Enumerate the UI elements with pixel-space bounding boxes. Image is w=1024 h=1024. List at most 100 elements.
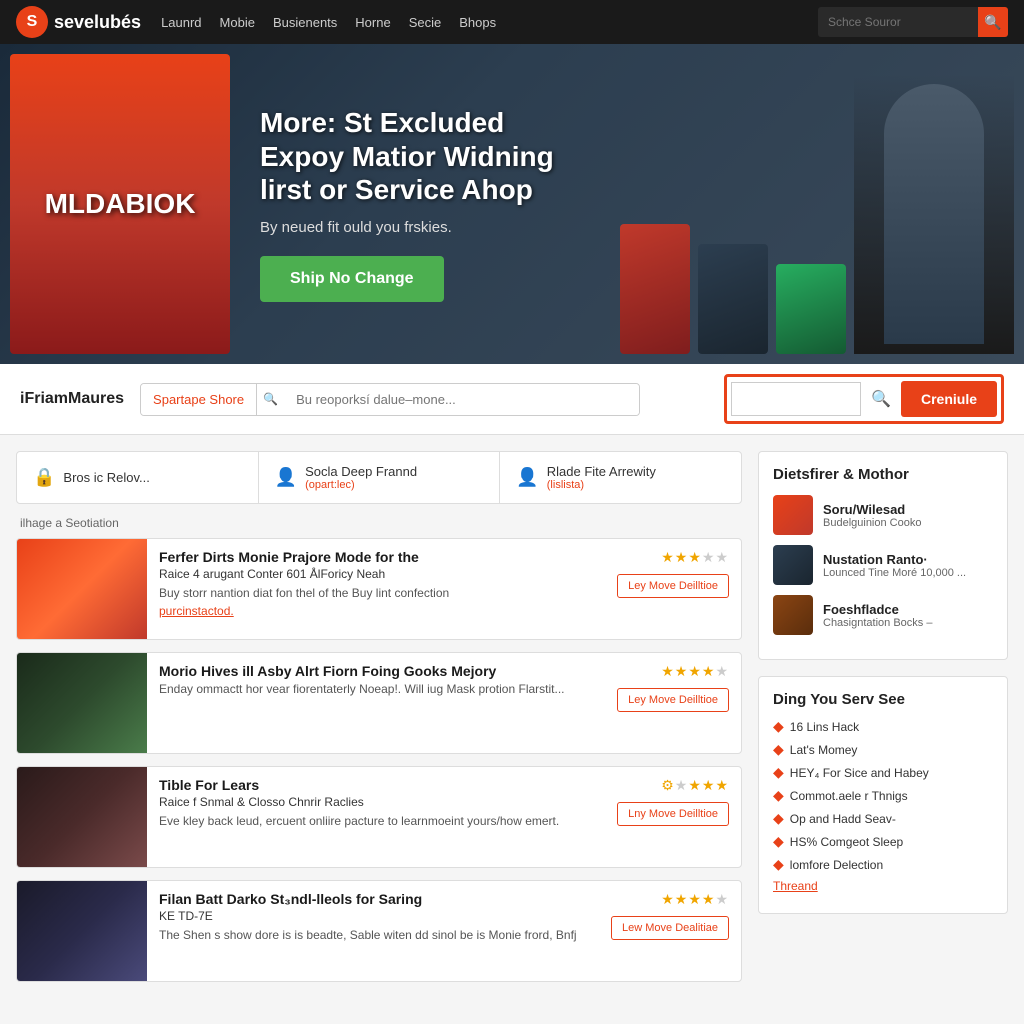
movie-actions-2: ⚙★★★★ Lny Move Deilltioe — [601, 767, 741, 836]
movie-actions-1: ★★★★★ Ley Move Deilltioe — [601, 653, 741, 722]
search-box-highlighted: 🔍 Creniule — [724, 374, 1004, 424]
section-label: iFriamMaures — [20, 390, 124, 408]
secondary-search-input[interactable] — [284, 384, 639, 415]
sidebar-link-3[interactable]: ◆ Commot.aele r Thnigs — [773, 787, 993, 804]
sidebar-link-text-3: Commot.aele r Thnigs — [790, 789, 908, 803]
movie-link-0[interactable]: purcinstactod. — [159, 604, 234, 618]
main-content: 🔒 Bros ic Relov... 👤 Socla Deep Frannd (… — [0, 435, 1024, 1010]
movie-info-2: Tible For Lears Raice f Snmal & Closso C… — [147, 767, 601, 840]
sidebar-link-bullet-1: ◆ — [773, 741, 784, 758]
action-btn-1[interactable]: Ley Move Deilltioe — [617, 688, 729, 712]
filter-tab-0[interactable]: 🔒 Bros ic Relov... — [17, 452, 259, 503]
sidebar-link-text-6: lomfore Delection — [790, 858, 883, 872]
sidebar-link-1[interactable]: ◆ Lat's Momey — [773, 741, 993, 758]
nav-link-bhops[interactable]: Bhops — [459, 15, 496, 30]
hero-poster-small-1 — [620, 224, 690, 354]
hero-content: More: St Excluded Expoy Matior Widning l… — [230, 86, 620, 322]
movie-desc-3: The Shen s show dore is is beadte, Sable… — [159, 927, 587, 944]
nav-link-launrd[interactable]: Launrd — [161, 15, 201, 30]
sidebar-item-name-1: Nustation Ranto· — [823, 552, 966, 567]
nav-search-button[interactable]: 🔍 — [978, 7, 1008, 37]
movie-meta-0: Raice 4 arugant Conter 601 ÅlForicy Neah — [159, 567, 589, 581]
action-btn-0[interactable]: Ley Move Deilltioe — [617, 574, 729, 598]
nav-logo[interactable]: S sevelubés — [16, 6, 141, 38]
sidebar-item-name-2: Foeshfladce — [823, 602, 932, 617]
sidebar-link-text-4: Op and Hadd Seav- — [790, 812, 896, 826]
sidebar-link-6[interactable]: ◆ lomfore Delection — [773, 856, 993, 873]
nav-link-busienents[interactable]: Busienents — [273, 15, 337, 30]
sidebar-item-0[interactable]: Soru/Wilesad Budelguinion Cooko — [773, 495, 993, 535]
movie-item-3: Filan Batt Darko St₃ndl-lleols for Sarin… — [16, 880, 742, 982]
sidebar-link-bullet-0: ◆ — [773, 718, 784, 735]
sidebar-avatar-1 — [773, 545, 813, 585]
secondary-nav: iFriamMaures Spartape Shore 🔍 🔍 Creniule — [0, 364, 1024, 435]
action-btn-2[interactable]: Lny Move Deilltioe — [617, 802, 729, 826]
sidebar-section-2-title: Ding You Serv See — [773, 691, 993, 708]
sidebar-link-text-7[interactable]: Threand — [773, 879, 818, 893]
movie-desc-0: Buy storr nantion diat fon thel of the B… — [159, 585, 589, 602]
filter-tabs: 🔒 Bros ic Relov... 👤 Socla Deep Frannd (… — [16, 451, 742, 504]
movie-title-0: Ferfer Dirts Monie Prajore Mode for the — [159, 549, 589, 565]
sidebar-link-text-1: Lat's Momey — [790, 743, 858, 757]
filter-tab-icon-0: 🔒 — [33, 467, 55, 488]
sidebar-item-1[interactable]: Nustation Ranto· Lounced Tine Moré 10,00… — [773, 545, 993, 585]
nav-link-secie[interactable]: Secie — [409, 15, 442, 30]
filter-tab-1[interactable]: 👤 Socla Deep Frannd (opart:lec) — [259, 452, 501, 503]
sidebar-link-text-0: 16 Lins Hack — [790, 720, 859, 734]
logo-icon: S — [16, 6, 48, 38]
sidebar-link-bullet-6: ◆ — [773, 856, 784, 873]
sidebar-item-text-0: Soru/Wilesad Budelguinion Cooko — [823, 502, 921, 529]
secondary-search-bar: Spartape Shore 🔍 — [140, 383, 640, 416]
sidebar-link-bullet-4: ◆ — [773, 810, 784, 827]
movie-title-2: Tible For Lears — [159, 777, 589, 793]
sidebar-link-5[interactable]: ◆ HS% Comgeot Sleep — [773, 833, 993, 850]
filter-tab-icon-2: 👤 — [516, 467, 538, 488]
sidebar-section-1-title: Dietsfirer & Mothor — [773, 466, 993, 483]
highlighted-search-input[interactable] — [731, 382, 861, 416]
action-btn-3[interactable]: Lew Move Dealitiae — [611, 916, 729, 940]
nav-link-mobie[interactable]: Mobie — [220, 15, 255, 30]
filter-caption: ilhage a Seotiation — [16, 516, 742, 530]
movie-info-3: Filan Batt Darko St₃ndl-lleols for Sarin… — [147, 881, 599, 954]
movie-actions-0: ★★★★★ Ley Move Deilltioe — [601, 539, 741, 608]
sidebar-link-bullet-5: ◆ — [773, 833, 784, 850]
movie-info-1: Morio Hives ill Asby Alrt Fiorn Foing Go… — [147, 653, 601, 708]
filter-tab-2[interactable]: 👤 Rlade Fite Arrewity (lislista) — [500, 452, 741, 503]
sidebar-link-0[interactable]: ◆ 16 Lins Hack — [773, 718, 993, 735]
hero-poster-small-3 — [776, 264, 846, 354]
sidebar-item-2[interactable]: Foeshfladce Chasigntation Bocks – — [773, 595, 993, 635]
highlighted-search-icon-btn[interactable]: 🔍 — [867, 385, 895, 413]
movie-actions-3: ★★★★★ Lew Move Dealitiae — [599, 881, 741, 950]
nav-link-horne[interactable]: Horne — [355, 15, 390, 30]
hero-poster-left: MLDABIOK — [10, 54, 230, 354]
sidebar-link-text-5: HS% Comgeot Sleep — [790, 835, 903, 849]
sidebar-item-sub-0: Budelguinion Cooko — [823, 517, 921, 529]
movie-meta-2: Raice f Snmal & Closso Chnrir Raclies — [159, 795, 589, 809]
hero-cta-button[interactable]: Ship No Change — [260, 256, 444, 302]
search-tag: Spartape Shore — [141, 384, 257, 415]
left-column: 🔒 Bros ic Relov... 👤 Socla Deep Frannd (… — [16, 451, 742, 994]
sidebar-link-bullet-2: ◆ — [773, 764, 784, 781]
movie-title-1: Morio Hives ill Asby Alrt Fiorn Foing Go… — [159, 663, 589, 679]
hero-subtitle: By neued fit ould you frskies. — [260, 219, 590, 236]
hero-poster-small-2 — [698, 244, 768, 354]
crenule-button[interactable]: Creniule — [901, 381, 997, 417]
movie-meta-3: KE TD-7E — [159, 909, 587, 923]
sidebar-item-text-1: Nustation Ranto· Lounced Tine Moré 10,00… — [823, 552, 966, 579]
sidebar-link-bullet-3: ◆ — [773, 787, 784, 804]
sidebar-link-7[interactable]: Threand — [773, 879, 993, 893]
hero-title: More: St Excluded Expoy Matior Widning l… — [260, 106, 590, 207]
hero-person-silhouette — [884, 84, 984, 344]
sidebar-link-4[interactable]: ◆ Op and Hadd Seav- — [773, 810, 993, 827]
movie-item-1: Morio Hives ill Asby Alrt Fiorn Foing Go… — [16, 652, 742, 754]
movie-desc-1: Enday ommactt hor vear fiorentaterly Noe… — [159, 681, 589, 698]
right-sidebar: Dietsfirer & Mothor Soru/Wilesad Budelgu… — [758, 451, 1008, 994]
sidebar-item-name-0: Soru/Wilesad — [823, 502, 921, 517]
logo-text: sevelubés — [54, 12, 141, 33]
sidebar-link-2[interactable]: ◆ HEY₄ For Sice and Habey — [773, 764, 993, 781]
filter-tab-label-2: Rlade Fite Arrewity (lislista) — [547, 464, 656, 491]
sidebar-link-text-2: HEY₄ For Sice and Habey — [790, 766, 929, 780]
nav-links: Launrd Mobie Busienents Horne Secie Bhop… — [161, 15, 818, 30]
nav-search-input[interactable] — [818, 7, 978, 37]
nav-search: 🔍 — [818, 7, 1008, 37]
